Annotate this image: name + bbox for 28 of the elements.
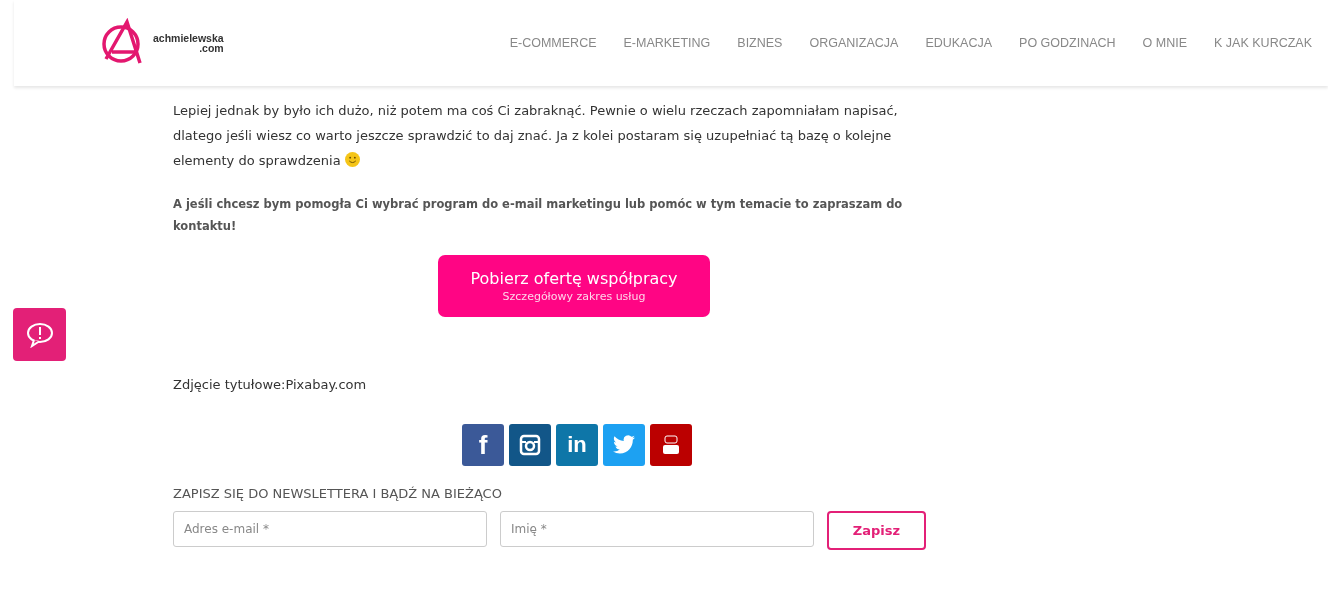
nav-link[interactable]: E-COMMERCE [509, 36, 597, 50]
smiley-icon [344, 152, 360, 167]
logo-name: achmielewska [153, 32, 224, 43]
youtube-button[interactable] [650, 424, 692, 466]
offer-button[interactable]: Pobierz ofertę współpracy Szczegółowy zakres usług [438, 255, 710, 317]
email-field[interactable]: Adres e-mail * [173, 511, 487, 547]
camera-icon [519, 434, 541, 456]
twitter-button[interactable] [603, 424, 645, 466]
name-field[interactable]: Imię * [500, 511, 814, 547]
paragraph: Lepiej jednak by było ich dużo, niż potem ma coś Ci zabraknąć. Pewnie o wielu rzeczach zapomniałam napisać, dlatego jeśli wiesz co warto jeszcze sprawdzić to daj znać. Ja z kolei postaram się uzupełniać tą bazę o kolejne elementy do sprawdzenia [173, 102, 899, 170]
facebook-button[interactable]: f [462, 424, 504, 466]
logo-domain: .com [199, 43, 224, 54]
nav-link[interactable]: K JAK KURCZAK [1214, 36, 1312, 50]
nav-link[interactable]: E-MARKETING [623, 36, 711, 50]
bird-icon [612, 435, 636, 455]
photo-credit: Zdjęcie tytułowe:Pixabay.com [173, 377, 368, 392]
newsletter-heading: ZAPISZ SIĘ DO NEWSLETTERA I BĄDŹ NA BIEŻĄCO [173, 486, 503, 501]
nav-link[interactable]: ORGANIZACJA [809, 36, 899, 50]
feedback-button[interactable] [13, 308, 66, 361]
nav-link[interactable]: BIZNES [737, 36, 783, 50]
speech-bubble-icon [24, 321, 55, 348]
instagram-button[interactable] [509, 424, 551, 466]
linkedin-button[interactable]: in [556, 424, 598, 466]
subscribe-button[interactable]: Zapisz [827, 511, 926, 550]
nav-link[interactable]: O MNIE [1142, 36, 1188, 50]
nav-link[interactable]: EDUKACJA [925, 36, 993, 50]
contact-note: A jeśli chcesz bym pomogła Ci wybrać program do e-mail marketingu lub pomóc w tym temacie to zapraszam do kontaktu! [173, 196, 904, 235]
nav-link[interactable]: PO GODZINACH [1019, 36, 1116, 50]
